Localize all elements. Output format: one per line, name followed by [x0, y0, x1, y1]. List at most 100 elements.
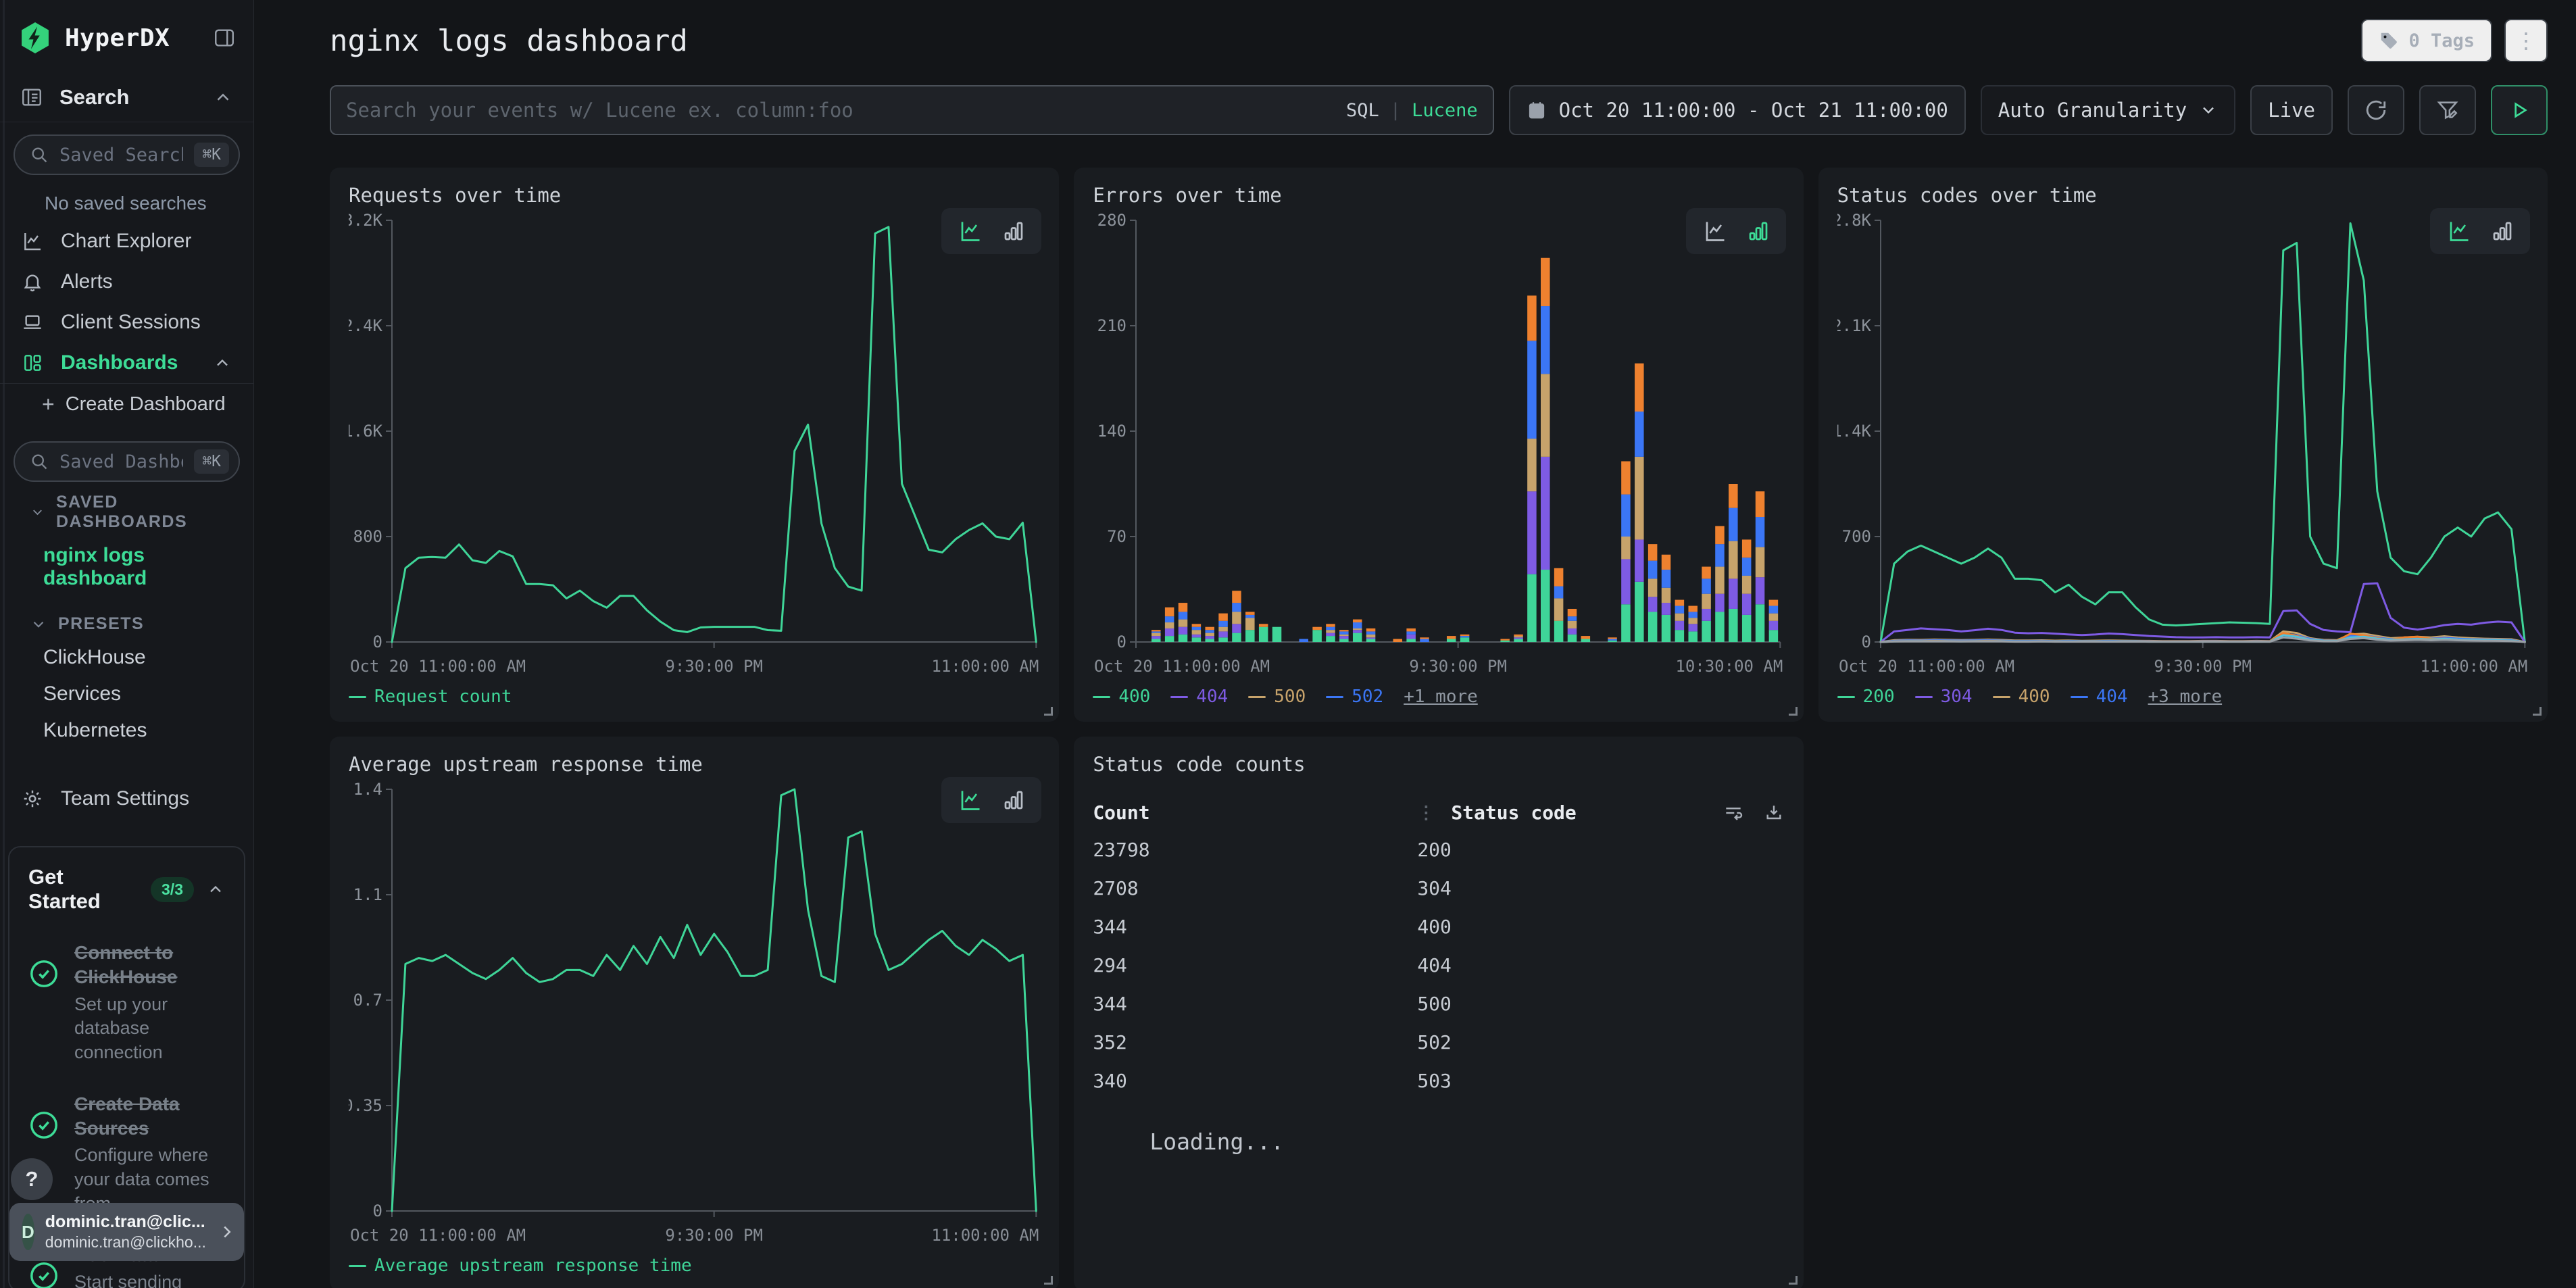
refresh-button[interactable]	[2348, 85, 2404, 135]
svg-text:3.2K: 3.2K	[349, 211, 383, 230]
column-header-count[interactable]: Count	[1093, 801, 1417, 824]
svg-text:2.1K: 2.1K	[1837, 316, 1872, 335]
user-menu[interactable]: D dominic.tran@clic... dominic.tran@clic…	[9, 1203, 244, 1261]
legend-item: 500	[1248, 687, 1306, 707]
sidebar-item-chart-explorer[interactable]: Chart Explorer	[0, 221, 253, 262]
bar-chart-icon[interactable]	[1001, 788, 1026, 812]
line-chart-icon[interactable]	[956, 219, 985, 243]
get-started-item[interactable]: Create Data Sources Configure where your…	[28, 1092, 225, 1216]
live-button[interactable]: Live	[2250, 85, 2333, 135]
live-label: Live	[2268, 99, 2315, 122]
sidebar-item-label: Team Settings	[61, 787, 189, 810]
legend-item: 400	[1993, 687, 2050, 707]
sidebar-item-services[interactable]: Services	[0, 676, 253, 712]
saved-dashboards-input[interactable]: Saved Dashboards ⌘K	[14, 441, 240, 482]
panel-title: Errors over time	[1093, 184, 1784, 207]
event-search-input[interactable]	[346, 99, 1334, 122]
wrap-text-icon[interactable]	[1723, 802, 1744, 824]
column-header-status-code[interactable]: Status code	[1451, 801, 1576, 824]
chart-canvas[interactable]: 00.350.71.11.4Oct 20 11:00:00 AM9:30:00 …	[349, 778, 1040, 1250]
panel-menu-button[interactable]: ⋮	[2504, 19, 2548, 62]
hyperdx-logo-icon[interactable]	[18, 20, 53, 55]
sidebar-item-team-settings[interactable]: Team Settings	[0, 778, 253, 819]
svg-text:1.1: 1.1	[353, 885, 382, 904]
bar-chart-icon[interactable]	[1001, 219, 1026, 243]
check-circle-icon	[28, 1260, 59, 1288]
create-dashboard-button[interactable]: + Create Dashboard	[0, 384, 253, 425]
sidebar-section-search[interactable]: Search	[0, 73, 253, 122]
sidebar-collapse-icon[interactable]	[213, 26, 236, 49]
cell-count: 23798	[1093, 839, 1417, 861]
tags-label: 0 Tags	[2408, 30, 2475, 51]
dashboards-icon	[22, 352, 43, 374]
tags-button[interactable]: 0 Tags	[2361, 19, 2492, 62]
bar-chart-icon[interactable]	[1745, 219, 1771, 243]
sidebar-item-clickhouse[interactable]: ClickHouse	[0, 639, 253, 676]
get-started-item[interactable]: Connect to ClickHouse Set up your databa…	[28, 941, 225, 1065]
chevron-up-icon	[213, 353, 232, 372]
panel-resize-handle[interactable]	[1789, 1276, 1798, 1285]
chart-canvas[interactable]: 07001.4K2.1K2.8KOct 20 11:00:00 AM9:30:0…	[1837, 209, 2529, 681]
cell-status-code: 200	[1417, 839, 1452, 861]
saved-dashboards-header: SAVED DASHBOARDS	[56, 493, 232, 532]
filter-button[interactable]	[2419, 85, 2476, 135]
line-chart-icon[interactable]	[2445, 219, 2473, 243]
chart-type-toggle	[941, 208, 1041, 254]
cell-count: 344	[1093, 993, 1417, 1015]
download-icon[interactable]	[1763, 802, 1785, 824]
table-row[interactable]: 344500	[1093, 985, 1784, 1023]
sql-mode-toggle[interactable]: SQL	[1346, 100, 1379, 121]
table-row[interactable]: 344400	[1093, 908, 1784, 946]
legend-item: 200	[1837, 687, 1895, 707]
run-query-button[interactable]	[2491, 85, 2548, 135]
svg-text:Oct 20 11:00:00 AM: Oct 20 11:00:00 AM	[1839, 657, 2014, 676]
saved-searches-input[interactable]: Saved Searches ⌘K	[14, 134, 240, 175]
panel-resize-handle[interactable]	[1044, 1276, 1053, 1285]
legend-more-link[interactable]: +1 more	[1404, 687, 1478, 707]
table-row[interactable]: 340503	[1093, 1062, 1784, 1100]
line-chart-icon[interactable]	[1701, 219, 1729, 243]
event-search-box[interactable]: SQL | Lucene	[330, 85, 1494, 135]
help-button[interactable]: ?	[11, 1158, 53, 1200]
panel-resize-handle[interactable]	[1789, 707, 1798, 716]
sidebar-item-kubernetes[interactable]: Kubernetes	[0, 712, 253, 749]
get-started-item-desc: Set up your database connection	[74, 993, 225, 1065]
legend-more-link[interactable]: +3 more	[2148, 687, 2223, 707]
table-row[interactable]: 352502	[1093, 1023, 1784, 1062]
chart-legend: 400404500502+1 more	[1093, 681, 1784, 712]
bar-chart-icon[interactable]	[2490, 219, 2515, 243]
search-section-icon	[20, 86, 43, 109]
sidebar-item-client-sessions[interactable]: Client Sessions	[0, 302, 253, 343]
chart-type-toggle	[2430, 208, 2530, 254]
sidebar-header: HyperDX	[0, 0, 253, 73]
column-resize-handle[interactable]: ⋮	[1417, 803, 1435, 823]
chevron-up-icon[interactable]	[206, 880, 225, 899]
chevron-up-icon	[213, 87, 233, 107]
sidebar-item-alerts[interactable]: Alerts	[0, 262, 253, 302]
sidebar-item-dashboards[interactable]: Dashboards	[0, 343, 253, 383]
panel-title: Average upstream response time	[349, 753, 1040, 776]
lucene-mode-toggle[interactable]: Lucene	[1412, 100, 1478, 121]
legend-item: 304	[1915, 687, 1973, 707]
cell-count: 340	[1093, 1070, 1417, 1092]
panel-resize-handle[interactable]	[1044, 707, 1053, 716]
table-row[interactable]: 23798200	[1093, 831, 1784, 869]
line-chart-icon[interactable]	[956, 788, 985, 812]
date-range-picker[interactable]: Oct 20 11:00:00 - Oct 21 11:00:00	[1509, 85, 1966, 135]
saved-dashboards-group[interactable]: SAVED DASHBOARDS	[0, 482, 253, 537]
table-row[interactable]: 294404	[1093, 946, 1784, 985]
sidebar-item-nginx-logs-dashboard[interactable]: nginx logs dashboard	[0, 537, 253, 597]
svg-text:2.8K: 2.8K	[1837, 211, 1872, 230]
chart-canvas[interactable]: 070140210280Oct 20 11:00:00 AM9:30:00 PM…	[1093, 209, 1784, 681]
chevron-down-icon	[30, 503, 45, 521]
svg-text:Oct 20 11:00:00 AM: Oct 20 11:00:00 AM	[350, 1226, 526, 1245]
panel-title: Status codes over time	[1837, 184, 2529, 207]
granularity-select[interactable]: Auto Granularity	[1981, 85, 2235, 135]
get-started-item-title: Connect to ClickHouse	[74, 941, 225, 990]
panel-requests-over-time: Requests over time 08001.6K2.4K3.2KOct 2…	[330, 168, 1059, 722]
cell-status-code: 400	[1417, 916, 1452, 938]
presets-group[interactable]: PRESETS	[0, 597, 253, 639]
table-row[interactable]: 2708304	[1093, 869, 1784, 908]
panel-resize-handle[interactable]	[2533, 707, 2542, 716]
chart-canvas[interactable]: 08001.6K2.4K3.2KOct 20 11:00:00 AM9:30:0…	[349, 209, 1040, 681]
